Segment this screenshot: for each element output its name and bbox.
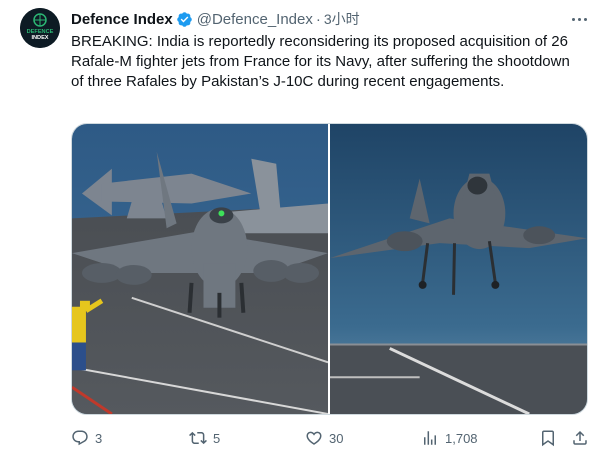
repost-button[interactable]: 5 [189, 427, 220, 449]
bookmark-button[interactable] [539, 427, 557, 449]
bookmark-icon [539, 429, 557, 447]
photo-jets-on-deck[interactable] [72, 124, 328, 414]
avatar[interactable]: DEFENCE INDEX [20, 8, 60, 48]
views-icon [421, 429, 439, 447]
avatar-text-index: INDEX [31, 35, 48, 41]
views-button[interactable]: 1,708 [421, 427, 478, 449]
separator: · [315, 10, 321, 28]
reply-icon [71, 429, 89, 447]
verified-icon[interactable] [176, 11, 193, 28]
photo-jet-landing[interactable] [330, 124, 587, 414]
tweet[interactable]: DEFENCE INDEX Defence Index @Defence_Ind… [0, 0, 599, 457]
handle[interactable]: @Defence_Index [197, 11, 313, 28]
like-count: 30 [329, 430, 344, 446]
reply-count: 3 [95, 430, 103, 446]
action-bar: 3 5 30 1,708 [71, 427, 591, 449]
reply-button[interactable]: 3 [71, 427, 102, 449]
media-grid [71, 123, 588, 415]
share-icon [571, 429, 589, 447]
display-name[interactable]: Defence Index [71, 11, 173, 28]
repost-icon [189, 429, 207, 447]
timestamp[interactable]: 3小时 [324, 9, 360, 29]
share-button[interactable] [571, 427, 589, 449]
avatar-logo: DEFENCE INDEX [20, 8, 60, 48]
like-button[interactable]: 30 [305, 427, 343, 449]
repost-count: 5 [213, 430, 221, 446]
tweet-header: Defence Index @Defence_Index · 3小时 [71, 9, 360, 29]
like-icon [305, 429, 323, 447]
views-count: 1,708 [445, 430, 478, 446]
tweet-text: BREAKING: India is reportedly reconsider… [71, 33, 570, 90]
more-icon[interactable] [568, 9, 590, 29]
